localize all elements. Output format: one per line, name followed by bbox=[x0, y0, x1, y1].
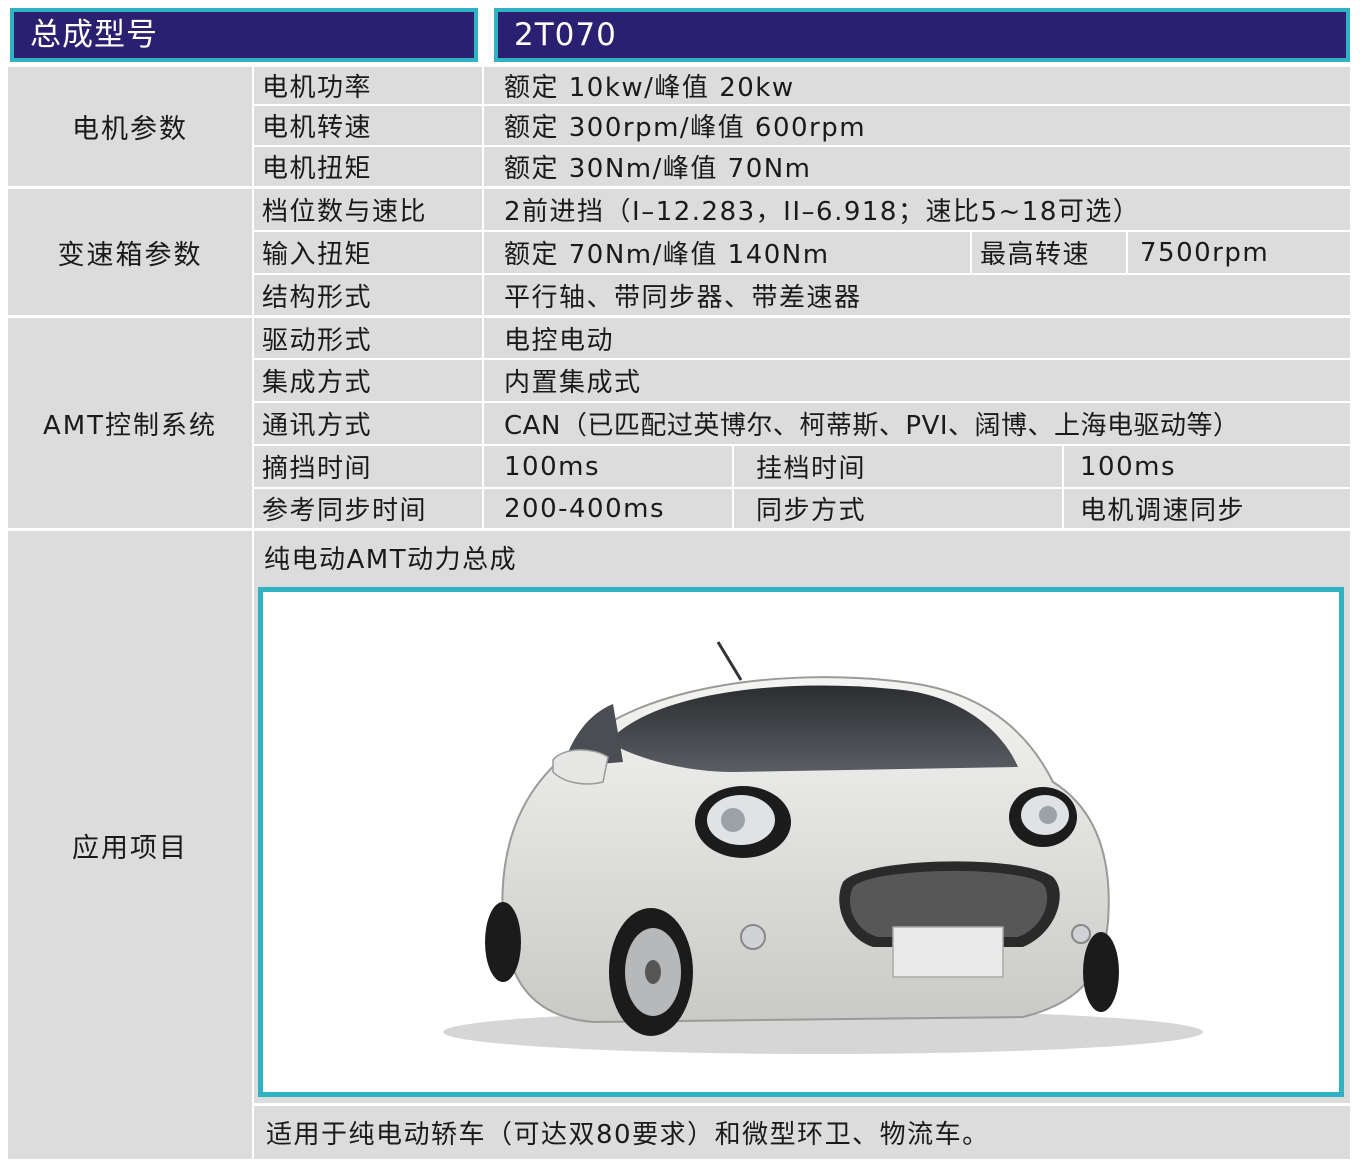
max-speed-value: 7500rpm bbox=[1128, 232, 1350, 273]
group-gearbox: 变速箱参数 bbox=[8, 189, 252, 315]
drive-value: 电控电动 bbox=[484, 318, 1350, 358]
header-label: 总成型号 bbox=[10, 8, 478, 62]
sync-mode-value: 电机调速同步 bbox=[1064, 489, 1350, 528]
disengage-label: 摘挡时间 bbox=[254, 446, 482, 487]
motor-torque-label: 电机扭矩 bbox=[254, 147, 482, 186]
sync-time-label: 参考同步时间 bbox=[254, 489, 482, 528]
gears-value: 2前进挡（I–12.283，II–6.918；速比5~18可选） bbox=[484, 189, 1350, 230]
group-amt: AMT控制系统 bbox=[8, 318, 252, 528]
car-image bbox=[443, 641, 1203, 1054]
disengage-value: 100ms bbox=[484, 446, 732, 487]
motor-power-value: 额定 10kw/峰值 20kw bbox=[484, 67, 1350, 104]
max-speed-label: 最高转速 bbox=[972, 232, 1126, 273]
integration-value: 内置集成式 bbox=[484, 360, 1350, 401]
motor-torque-value: 额定 30Nm/峰值 70Nm bbox=[484, 147, 1350, 186]
motor-speed-label: 电机转速 bbox=[254, 106, 482, 145]
input-torque-label: 输入扭矩 bbox=[254, 232, 482, 273]
motor-power-label: 电机功率 bbox=[254, 67, 482, 104]
comm-label: 通讯方式 bbox=[254, 403, 482, 444]
application-note: 适用于纯电动轿车（可达双80要求）和微型环卫、物流车。 bbox=[254, 1106, 1350, 1159]
sync-time-value: 200-400ms bbox=[484, 489, 732, 528]
application-title: 纯电动AMT动力总成 bbox=[254, 531, 1350, 583]
integration-label: 集成方式 bbox=[254, 360, 482, 401]
sync-mode-label: 同步方式 bbox=[734, 489, 1062, 528]
structure-value: 平行轴、带同步器、带差速器 bbox=[484, 275, 1350, 315]
vehicle-photo bbox=[258, 587, 1344, 1097]
input-torque-value: 额定 70Nm/峰值 140Nm bbox=[484, 232, 970, 273]
gears-label: 档位数与速比 bbox=[254, 189, 482, 230]
engage-label: 挂档时间 bbox=[734, 446, 1062, 487]
model-number: 2T070 bbox=[494, 8, 1350, 62]
structure-label: 结构形式 bbox=[254, 275, 482, 315]
group-application: 应用项目 bbox=[8, 531, 252, 1159]
motor-speed-value: 额定 300rpm/峰值 600rpm bbox=[484, 106, 1350, 145]
comm-value: CAN（已匹配过英博尔、柯蒂斯、PVI、阔博、上海电驱动等） bbox=[484, 403, 1350, 444]
drive-label: 驱动形式 bbox=[254, 318, 482, 358]
group-motor: 电机参数 bbox=[8, 67, 252, 186]
engage-value: 100ms bbox=[1064, 446, 1350, 487]
